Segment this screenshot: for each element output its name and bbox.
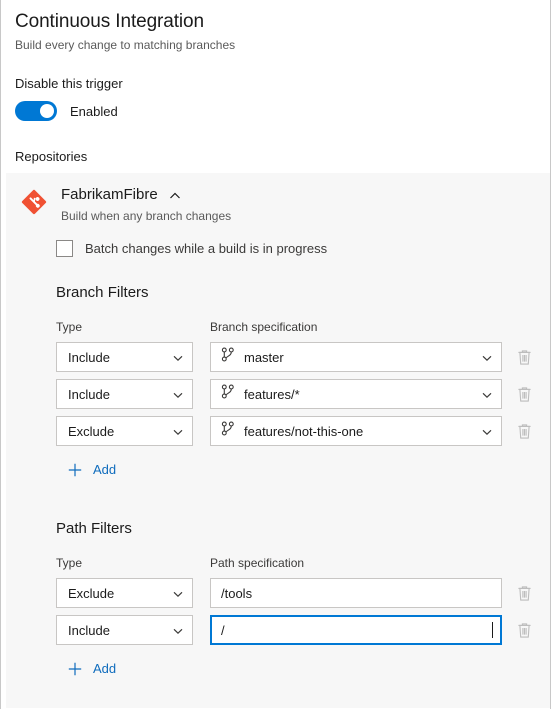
branch-filters-title: Branch Filters bbox=[56, 284, 149, 301]
branch-filters-type-header: Type bbox=[56, 320, 83, 334]
page-title: Continuous Integration bbox=[15, 11, 204, 32]
path-filter-spec-value: / bbox=[221, 622, 225, 638]
path-filters-title: Path Filters bbox=[56, 520, 132, 537]
branch-filter-type-value: Exclude bbox=[68, 423, 115, 439]
path-filters-column-headers: Type Path specification bbox=[56, 555, 536, 571]
path-filter-type-select[interactable]: Exclude bbox=[56, 578, 193, 608]
add-path-filter-button[interactable]: Add bbox=[68, 661, 116, 676]
add-branch-filter-button[interactable]: Add bbox=[68, 462, 116, 477]
branch-filter-spec-value: master bbox=[244, 349, 284, 365]
chevron-down-icon bbox=[172, 351, 184, 363]
branch-filter-spec-value: features/not-this-one bbox=[244, 423, 364, 439]
chevron-down-icon bbox=[481, 388, 493, 400]
path-filters-section: Path Filters Type Path specification Exc… bbox=[6, 519, 550, 676]
chevron-down-icon bbox=[172, 587, 184, 599]
repository-header-text: FabrikamFibre Build when any branch chan… bbox=[61, 185, 231, 224]
page-subtitle: Build every change to matching branches bbox=[15, 38, 236, 52]
path-filter-spec-input-focused[interactable]: / bbox=[210, 615, 502, 645]
branch-filter-type-select[interactable]: Include bbox=[56, 342, 193, 372]
branch-filters-column-headers: Type Branch specification bbox=[56, 319, 536, 335]
branch-filter-type-value: Include bbox=[68, 386, 110, 402]
panel-header: Continuous Integration Build every chang… bbox=[1, 0, 550, 53]
branch-filter-type-select[interactable]: Exclude bbox=[56, 416, 193, 446]
repository-description: Build when any branch changes bbox=[61, 209, 232, 223]
chevron-down-icon bbox=[172, 388, 184, 400]
toggle-knob bbox=[40, 104, 54, 118]
path-filters-type-header: Type bbox=[56, 556, 83, 570]
branch-filter-spec-input[interactable]: features/not-this-one bbox=[210, 416, 502, 446]
trigger-toggle[interactable] bbox=[15, 101, 57, 121]
branch-filter-spec-input[interactable]: master bbox=[210, 342, 502, 372]
disable-trigger-label: Disable this trigger bbox=[15, 76, 123, 91]
delete-branch-filter-button[interactable] bbox=[512, 345, 536, 369]
table-row: Include / bbox=[56, 615, 536, 645]
batch-changes-row: Batch changes while a build is in progre… bbox=[6, 240, 550, 257]
git-repo-icon bbox=[20, 188, 48, 221]
text-cursor bbox=[492, 622, 493, 638]
git-branch-icon bbox=[221, 347, 235, 367]
add-branch-filter-label: Add bbox=[93, 462, 117, 477]
table-row: Include bbox=[56, 342, 536, 372]
table-row: Include bbox=[56, 379, 536, 409]
batch-changes-label: Batch changes while a build is in progre… bbox=[85, 241, 328, 256]
branch-filter-type-value: Include bbox=[68, 349, 110, 365]
branch-filter-spec-input[interactable]: features/* bbox=[210, 379, 502, 409]
repository-header: FabrikamFibre Build when any branch chan… bbox=[6, 185, 550, 224]
chevron-down-icon bbox=[481, 425, 493, 437]
table-row: Exclude features/not-this-one bbox=[56, 416, 536, 446]
table-row: Exclude /tools bbox=[56, 578, 536, 608]
path-filters-spec-header: Path specification bbox=[210, 556, 305, 570]
chevron-down-icon bbox=[172, 624, 184, 636]
repository-name: FabrikamFibre bbox=[61, 186, 158, 203]
trigger-toggle-row: Enabled bbox=[15, 101, 536, 121]
git-branch-icon bbox=[221, 384, 235, 404]
path-filter-type-value: Exclude bbox=[68, 585, 115, 601]
branch-filter-type-select[interactable]: Include bbox=[56, 379, 193, 409]
branch-filters-spec-header: Branch specification bbox=[210, 320, 318, 334]
path-filter-type-select[interactable]: Include bbox=[56, 615, 193, 645]
add-path-filter-label: Add bbox=[93, 661, 117, 676]
chevron-down-icon bbox=[172, 425, 184, 437]
path-filter-type-value: Include bbox=[68, 622, 110, 638]
branch-filters-section: Branch Filters Type Branch specification… bbox=[6, 283, 550, 477]
plus-icon bbox=[68, 463, 82, 477]
trigger-toggle-state-label: Enabled bbox=[70, 103, 118, 119]
git-branch-icon bbox=[221, 421, 235, 441]
chevron-down-icon bbox=[481, 351, 493, 363]
plus-icon bbox=[68, 662, 82, 676]
trigger-settings-panel: Continuous Integration Build every chang… bbox=[0, 0, 551, 709]
branch-filter-spec-value: features/* bbox=[244, 386, 300, 402]
path-filter-spec-input[interactable]: /tools bbox=[210, 578, 502, 608]
repository-card: FabrikamFibre Build when any branch chan… bbox=[6, 173, 550, 708]
batch-changes-checkbox[interactable] bbox=[56, 240, 73, 257]
delete-branch-filter-button[interactable] bbox=[512, 419, 536, 443]
path-filter-spec-value: /tools bbox=[221, 585, 253, 601]
chevron-up-icon[interactable] bbox=[169, 189, 181, 201]
delete-branch-filter-button[interactable] bbox=[512, 382, 536, 406]
repository-name-row: FabrikamFibre bbox=[61, 185, 231, 204]
repositories-label: Repositories bbox=[15, 149, 88, 164]
disable-trigger-block: Disable this trigger Enabled bbox=[1, 75, 550, 121]
delete-path-filter-button[interactable] bbox=[512, 581, 536, 605]
delete-path-filter-button[interactable] bbox=[512, 618, 536, 642]
